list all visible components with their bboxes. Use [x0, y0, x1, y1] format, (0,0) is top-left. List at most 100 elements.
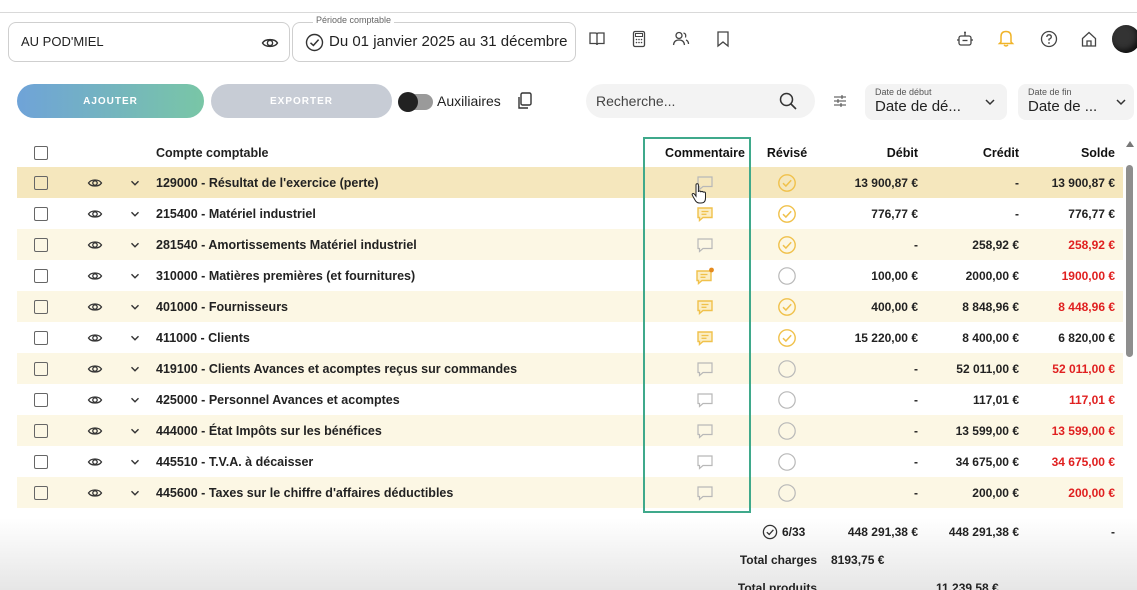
revised-check-icon[interactable]: [759, 167, 815, 198]
row-checkbox[interactable]: [34, 260, 48, 291]
filter-icon[interactable]: [832, 93, 848, 114]
chevron-down-icon[interactable]: [129, 415, 141, 446]
eye-icon[interactable]: [87, 384, 103, 415]
help-icon[interactable]: [1040, 30, 1058, 53]
table-row[interactable]: 445600 - Taxes sur le chiffre d'affaires…: [17, 477, 1123, 508]
table-row[interactable]: 129000 - Résultat de l'exercice (perte) 1…: [17, 167, 1123, 198]
eye-icon[interactable]: [87, 198, 103, 229]
comment-icon[interactable]: [657, 384, 753, 415]
row-checkbox[interactable]: [34, 198, 48, 229]
chevron-down-icon[interactable]: [129, 353, 141, 384]
table-row[interactable]: 425000 - Personnel Avances et acomptes - 1…: [17, 384, 1123, 415]
export-button[interactable]: EXPORTER: [211, 84, 392, 118]
table-row[interactable]: 444000 - État Impôts sur les bénéfices - 1…: [17, 415, 1123, 446]
revised-check-icon[interactable]: [759, 291, 815, 322]
eye-icon[interactable]: [87, 415, 103, 446]
row-checkbox[interactable]: [34, 477, 48, 508]
table-row[interactable]: 310000 - Matières premières (et fournitu…: [17, 260, 1123, 291]
row-checkbox[interactable]: [34, 229, 48, 260]
table-row[interactable]: 419100 - Clients Avances et acomptes reç…: [17, 353, 1123, 384]
eye-icon[interactable]: [261, 34, 279, 57]
revised-check-icon[interactable]: [759, 229, 815, 260]
not-revised-circle-icon[interactable]: [759, 384, 815, 415]
eye-icon[interactable]: [87, 353, 103, 384]
date-end-select[interactable]: Date de fin Date de ...: [1018, 84, 1134, 120]
comment-icon[interactable]: [657, 291, 753, 322]
table-row[interactable]: 401000 - Fournisseurs 400,00 € 8 848,96 € 8…: [17, 291, 1123, 322]
users-icon[interactable]: [671, 30, 691, 53]
column-header-comment[interactable]: Commentaire: [657, 137, 753, 168]
eye-icon[interactable]: [87, 291, 103, 322]
account-label: 281540 - Amortissements Matériel industr…: [156, 237, 417, 252]
comment-icon[interactable]: [657, 415, 753, 446]
eye-icon[interactable]: [87, 477, 103, 508]
robot-icon[interactable]: [955, 30, 975, 53]
comment-notified-icon[interactable]: [657, 260, 753, 291]
table-row[interactable]: 445510 - T.V.A. à décaisser - 34 675,00 € 3…: [17, 446, 1123, 477]
chevron-down-icon[interactable]: [129, 384, 141, 415]
company-selector[interactable]: AU POD'MIEL: [8, 22, 290, 62]
avatar[interactable]: [1112, 25, 1137, 53]
row-checkbox[interactable]: [34, 415, 48, 446]
row-checkbox[interactable]: [34, 167, 48, 198]
comment-icon[interactable]: [657, 353, 753, 384]
calculator-icon[interactable]: [630, 30, 648, 53]
chevron-down-icon[interactable]: [129, 167, 141, 198]
chevron-down-icon[interactable]: [129, 260, 141, 291]
row-checkbox[interactable]: [34, 353, 48, 384]
not-revised-circle-icon[interactable]: [759, 446, 815, 477]
row-checkbox[interactable]: [34, 322, 48, 353]
add-button[interactable]: AJOUTER: [17, 84, 204, 118]
search-icon[interactable]: [778, 91, 798, 116]
column-header-revise[interactable]: Révisé: [759, 137, 815, 168]
date-start-label: Date de début: [875, 87, 932, 97]
comment-icon[interactable]: [657, 322, 753, 353]
scroll-thumb[interactable]: [1126, 165, 1133, 357]
auxiliaires-toggle[interactable]: [398, 92, 433, 112]
solde-value: 1900,00 €: [1061, 268, 1115, 283]
solde-value: 8 448,96 €: [1058, 299, 1115, 314]
row-checkbox[interactable]: [34, 291, 48, 322]
chevron-down-icon[interactable]: [129, 477, 141, 508]
table-row[interactable]: 411000 - Clients 15 220,00 € 8 400,00 € 6 8…: [17, 322, 1123, 353]
eye-icon[interactable]: [87, 322, 103, 353]
revised-check-icon[interactable]: [759, 198, 815, 229]
bookmark-icon[interactable]: [715, 30, 731, 53]
column-header-solde[interactable]: Solde: [1025, 137, 1115, 168]
eye-icon[interactable]: [87, 167, 103, 198]
chevron-down-icon[interactable]: [129, 291, 141, 322]
eye-icon[interactable]: [87, 260, 103, 291]
not-revised-circle-icon[interactable]: [759, 415, 815, 446]
bell-icon[interactable]: [997, 28, 1015, 53]
account-label: 411000 - Clients: [156, 330, 250, 345]
comment-icon[interactable]: [657, 446, 753, 477]
eye-icon[interactable]: [87, 446, 103, 477]
row-checkbox[interactable]: [34, 446, 48, 477]
table-row[interactable]: 215400 - Matériel industriel 776,77 € - 776…: [17, 198, 1123, 229]
select-all-checkbox[interactable]: [34, 137, 48, 168]
credit-value: 52 011,00 €: [956, 361, 1019, 376]
row-checkbox[interactable]: [34, 384, 48, 415]
column-header-account[interactable]: Compte comptable: [156, 137, 269, 168]
not-revised-circle-icon[interactable]: [759, 477, 815, 508]
book-icon[interactable]: [588, 30, 606, 53]
not-revised-circle-icon[interactable]: [759, 260, 815, 291]
chevron-down-icon[interactable]: [129, 198, 141, 229]
comment-icon[interactable]: [657, 229, 753, 260]
chevron-down-icon[interactable]: [129, 322, 141, 353]
scroll-up-arrow[interactable]: [1126, 141, 1134, 147]
comment-icon[interactable]: [657, 477, 753, 508]
not-revised-circle-icon[interactable]: [759, 353, 815, 384]
period-selector[interactable]: Période comptable Du 01 janvier 2025 au …: [292, 15, 576, 62]
revised-check-icon[interactable]: [759, 322, 815, 353]
column-header-debit[interactable]: Débit: [817, 137, 918, 168]
date-start-select[interactable]: Date de début Date de dé...: [865, 84, 1007, 120]
copy-icon[interactable]: [516, 91, 534, 116]
chevron-down-icon[interactable]: [129, 229, 141, 260]
chevron-down-icon[interactable]: [129, 446, 141, 477]
search-input[interactable]: Recherche...: [586, 84, 815, 118]
home-icon[interactable]: [1080, 30, 1098, 53]
column-header-credit[interactable]: Crédit: [924, 137, 1019, 168]
table-row[interactable]: 281540 - Amortissements Matériel industr…: [17, 229, 1123, 260]
eye-icon[interactable]: [87, 229, 103, 260]
